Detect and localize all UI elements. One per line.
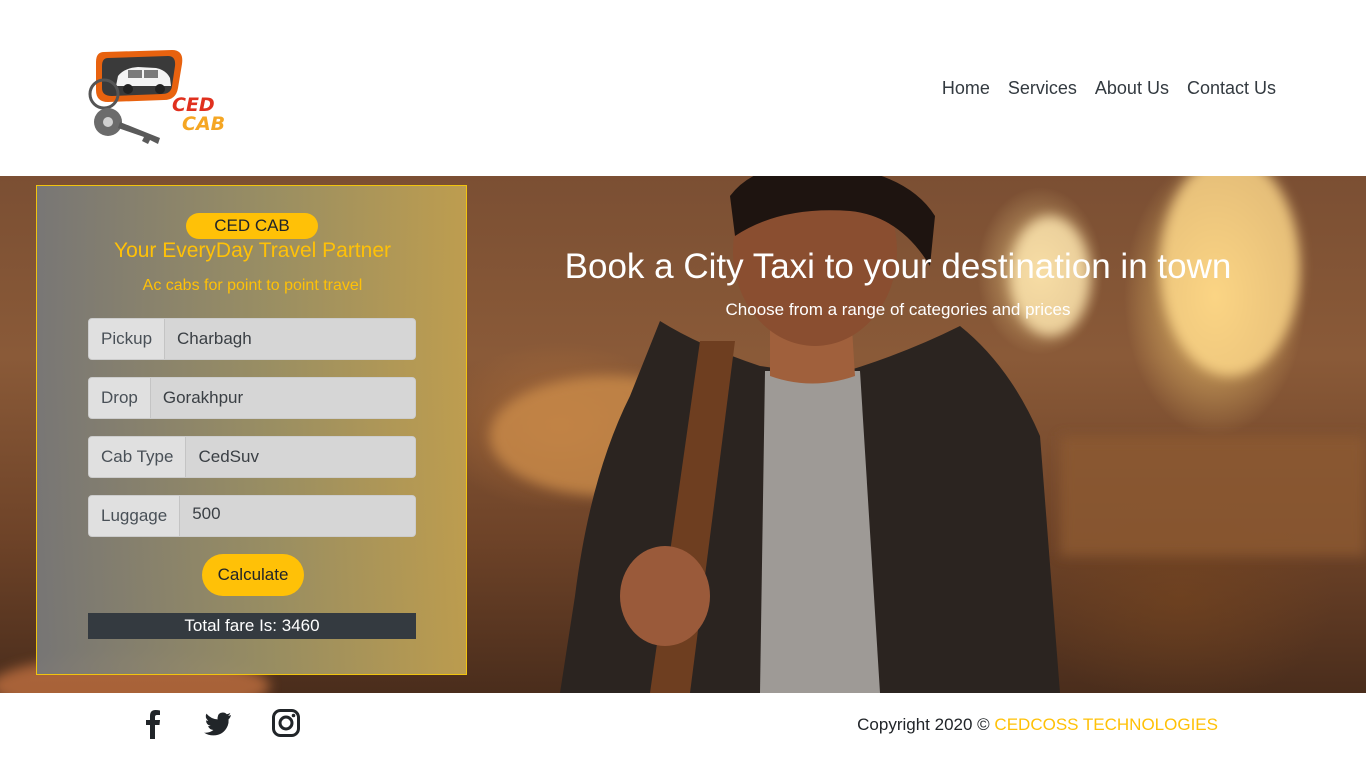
- hero-title: Book a City Taxi to your destination in …: [564, 247, 1232, 286]
- drop-field: Drop Gorakhpur: [88, 377, 416, 419]
- brand-badge: CED CAB: [186, 213, 318, 239]
- instagram-icon[interactable]: [270, 707, 302, 739]
- twitter-icon[interactable]: [201, 707, 233, 739]
- panel-subtitle: Ac cabs for point to point travel: [142, 277, 363, 294]
- luggage-input[interactable]: [180, 496, 415, 536]
- copyright: Copyright 2020 © CEDCOSS TECHNOLOGIES: [857, 715, 1218, 735]
- logo[interactable]: CED CAB: [84, 48, 234, 148]
- cab-type-field: Cab Type CedSuv: [88, 436, 416, 478]
- site-footer: Copyright 2020 © CEDCOSS TECHNOLOGIES: [0, 693, 1366, 761]
- booking-panel: CED CAB Your EveryDay Travel Partner Ac …: [36, 185, 467, 675]
- pickup-select[interactable]: Charbagh: [165, 319, 415, 359]
- total-fare: Total fare Is: 3460: [88, 613, 416, 639]
- nav-services[interactable]: Services: [999, 76, 1086, 100]
- facebook-icon[interactable]: [137, 707, 169, 739]
- nav-home[interactable]: Home: [933, 76, 999, 100]
- cab-type-label: Cab Type: [89, 437, 187, 477]
- nav-about-us[interactable]: About Us: [1086, 76, 1178, 100]
- hero-section: Book a City Taxi to your destination in …: [0, 176, 1366, 693]
- pickup-label: Pickup: [89, 319, 166, 359]
- drop-select[interactable]: Gorakhpur: [150, 378, 415, 418]
- nav-contact-us[interactable]: Contact Us: [1178, 76, 1285, 100]
- pickup-field: Pickup Charbagh: [88, 318, 416, 360]
- logo-text-cab: CAB: [182, 113, 226, 135]
- hero-subtitle: Choose from a range of categories and pr…: [725, 300, 1071, 319]
- cab-type-select[interactable]: CedSuv: [186, 437, 415, 477]
- luggage-field: Luggage: [88, 495, 416, 537]
- main-nav: Home Services About Us Contact Us: [933, 76, 1285, 100]
- site-header: CED CAB Home Services About Us Contact U…: [0, 0, 1366, 176]
- copyright-text: Copyright 2020 ©: [857, 715, 990, 734]
- calculate-button[interactable]: Calculate: [202, 554, 304, 596]
- copyright-brand-link[interactable]: CEDCOSS TECHNOLOGIES: [994, 715, 1218, 734]
- drop-label: Drop: [89, 378, 151, 418]
- luggage-label: Luggage: [89, 496, 181, 536]
- panel-title: Your EveryDay Travel Partner: [113, 239, 391, 262]
